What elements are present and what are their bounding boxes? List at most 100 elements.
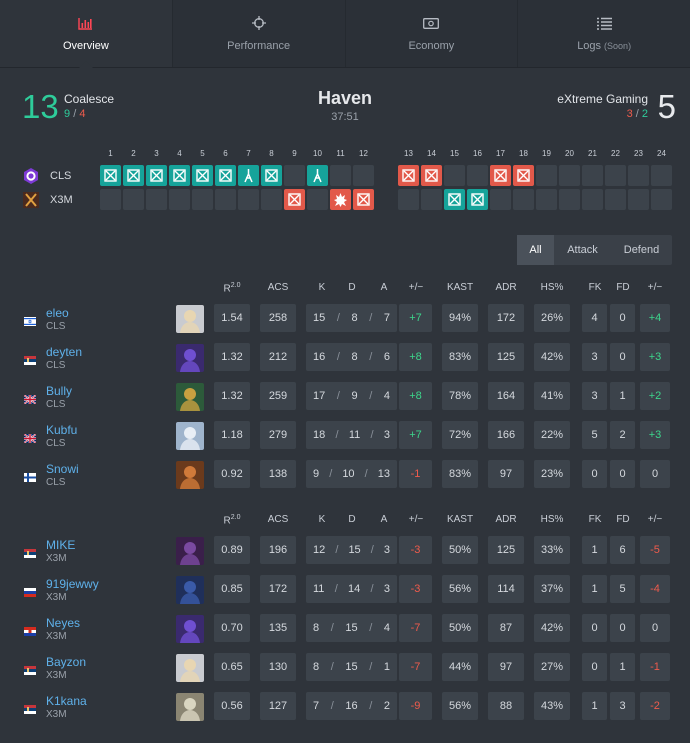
round-result-cell[interactable]	[444, 189, 465, 210]
column-header-fpm[interactable]: +/−	[635, 514, 675, 525]
stat-kast: 44%	[442, 653, 478, 681]
player-team-tag: CLS	[46, 477, 66, 488]
round-result-cell[interactable]	[238, 165, 259, 186]
round-result-cell[interactable]	[169, 189, 190, 210]
round-result-cell[interactable]	[398, 189, 419, 210]
round-result-cell[interactable]	[261, 189, 282, 210]
round-result-cell[interactable]	[490, 165, 511, 186]
column-header-acs[interactable]: ACS	[258, 282, 298, 293]
round-result-cell[interactable]	[651, 165, 672, 186]
stat-kda: 16 / 8 / 6	[306, 343, 397, 371]
round-result-cell[interactable]	[215, 165, 236, 186]
column-header-kast[interactable]: KAST	[440, 514, 480, 525]
tab-logs[interactable]: Logs (Soon)	[518, 0, 690, 67]
round-result-cell[interactable]	[559, 189, 580, 210]
round-result-cell[interactable]	[536, 165, 557, 186]
round-result-cell[interactable]	[146, 189, 167, 210]
round-number: 5	[200, 149, 205, 158]
round-result-cell[interactable]	[467, 165, 488, 186]
round-result-cell[interactable]	[628, 165, 649, 186]
round-result-cell[interactable]	[123, 165, 144, 186]
column-header-adr[interactable]: ADR	[486, 514, 526, 525]
round-result-cell[interactable]	[467, 189, 488, 210]
round-result-cell[interactable]	[605, 165, 626, 186]
round-result-cell[interactable]	[146, 165, 167, 186]
player-name[interactable]: 919jewwy	[46, 577, 99, 591]
player-name[interactable]: Kubfu	[46, 423, 77, 437]
filter-attack-button[interactable]: Attack	[554, 235, 611, 265]
filter-defend-button[interactable]: Defend	[611, 235, 672, 265]
column-header-hs[interactable]: HS%	[532, 514, 572, 525]
player-name[interactable]: Neyes	[46, 616, 80, 630]
round-result-cell[interactable]	[353, 165, 374, 186]
player-name[interactable]: Bayzon	[46, 655, 86, 669]
round-result-cell[interactable]	[628, 189, 649, 210]
player-name[interactable]: K1kana	[46, 694, 87, 708]
round-result-cell[interactable]	[444, 165, 465, 186]
player-name[interactable]: Bully	[46, 384, 72, 398]
round-result-cell[interactable]	[192, 165, 213, 186]
player-name[interactable]: MIKE	[46, 538, 75, 552]
round-result-cell[interactable]	[307, 165, 328, 186]
round-result-cell[interactable]	[307, 189, 328, 210]
column-header-pm[interactable]: +/−	[396, 514, 436, 525]
round-result-cell[interactable]	[192, 189, 213, 210]
stat-fpm: -4	[640, 575, 670, 603]
column-header-fpm[interactable]: +/−	[635, 282, 675, 293]
stat-fk: 3	[582, 343, 607, 371]
elimination-icon	[241, 168, 256, 183]
round-result-cell[interactable]	[100, 165, 121, 186]
round-result-cell[interactable]	[100, 189, 121, 210]
agent-yoru-icon	[176, 576, 204, 604]
tab-economy[interactable]: Economy	[346, 0, 519, 67]
kda-separator: /	[336, 312, 340, 324]
round-number: 7	[246, 149, 251, 158]
column-header-rating[interactable]: R2.0	[212, 282, 252, 294]
stat-k: 11	[313, 583, 325, 595]
round-result-cell[interactable]	[421, 165, 442, 186]
round-result-cell[interactable]	[559, 165, 580, 186]
round-result-cell[interactable]	[513, 165, 534, 186]
round-result-cell[interactable]	[536, 189, 557, 210]
filter-all-button[interactable]: All	[517, 235, 554, 265]
stat-acs: 135	[260, 614, 296, 642]
round-result-cell[interactable]	[169, 165, 190, 186]
round-result-cell[interactable]	[605, 189, 626, 210]
round-result-cell[interactable]	[353, 189, 374, 210]
round-result-cell[interactable]	[123, 189, 144, 210]
tab-performance[interactable]: Performance	[173, 0, 346, 67]
uk-flag-icon	[23, 393, 37, 405]
round-result-cell[interactable]	[582, 165, 603, 186]
column-header-adr[interactable]: ADR	[486, 282, 526, 293]
column-header-rating[interactable]: R2.0	[212, 514, 252, 526]
stat-hs: 42%	[534, 343, 570, 371]
round-result-cell[interactable]	[284, 189, 305, 210]
round-result-cell[interactable]	[330, 165, 351, 186]
column-header-pm[interactable]: +/−	[396, 282, 436, 293]
tab-overview[interactable]: Overview	[0, 0, 173, 68]
column-header-hs[interactable]: HS%	[532, 282, 572, 293]
stat-k: 12	[313, 544, 326, 556]
stat-fpm: +3	[640, 421, 670, 449]
round-result-cell[interactable]	[490, 189, 511, 210]
round-result-cell[interactable]	[215, 189, 236, 210]
right-team-name[interactable]: eXtreme Gaming	[557, 92, 648, 106]
round-result-cell[interactable]	[284, 165, 305, 186]
round-result-cell[interactable]	[330, 189, 351, 210]
player-name[interactable]: Snowi	[46, 462, 79, 476]
round-result-cell[interactable]	[261, 165, 282, 186]
round-result-cell[interactable]	[238, 189, 259, 210]
round-result-cell[interactable]	[421, 189, 442, 210]
round-result-cell[interactable]	[513, 189, 534, 210]
player-name[interactable]: eleo	[46, 306, 69, 320]
player-team-tag: CLS	[46, 360, 66, 371]
player-name[interactable]: deyten	[46, 345, 82, 359]
column-header-acs[interactable]: ACS	[258, 514, 298, 525]
stat-fpm: -1	[640, 653, 670, 681]
round-result-cell[interactable]	[398, 165, 419, 186]
round-result-cell[interactable]	[651, 189, 672, 210]
column-header-kast[interactable]: KAST	[440, 282, 480, 293]
stat-fd: 0	[610, 343, 635, 371]
defuse-icon	[264, 168, 279, 183]
round-result-cell[interactable]	[582, 189, 603, 210]
